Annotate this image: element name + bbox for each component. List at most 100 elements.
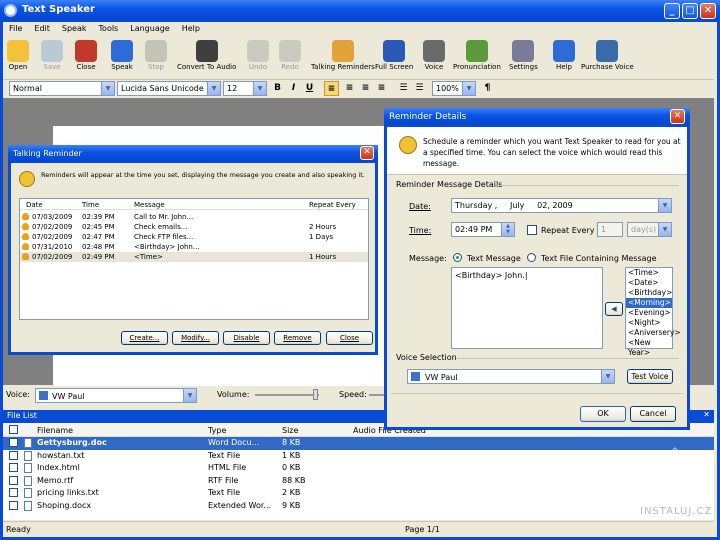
speak-button[interactable]: Speak (111, 40, 133, 71)
font-size-select[interactable]: 12 ▼ (223, 81, 267, 96)
menu-language[interactable]: Language (124, 22, 175, 35)
tag-item[interactable]: <Aniversery> (626, 328, 681, 338)
ok-button[interactable]: OK (580, 406, 626, 422)
convert-to-audio-button[interactable]: Convert To Audio (177, 40, 236, 71)
open-button[interactable]: Open (7, 40, 29, 71)
list-item[interactable]: 07/02/2009 02:47 PM Check FTP files... 1 Da… (20, 232, 368, 242)
row-checkbox[interactable] (9, 438, 18, 447)
col-size[interactable]: Size (282, 426, 298, 435)
menu-help[interactable]: Help (176, 22, 206, 35)
paragraph-mark-icon[interactable]: ¶ (480, 81, 495, 96)
close-dialog-button[interactable]: ✕ (670, 109, 685, 124)
align-right-icon[interactable]: ≡ (358, 81, 373, 96)
row-checkbox[interactable] (9, 475, 18, 485)
save-button[interactable]: Save (41, 40, 63, 71)
list-item[interactable]: 07/02/2009 02:45 PM Check emails... 2 Hours (20, 222, 368, 232)
italic-button[interactable]: I (286, 81, 301, 96)
col-time[interactable]: Time (82, 201, 99, 209)
list-item[interactable]: 07/03/2009 02:39 PM Call to Mr. John... (20, 212, 368, 222)
volume-slider[interactable] (255, 394, 319, 396)
tag-item[interactable]: <Evening> (626, 308, 672, 318)
tag-item[interactable]: <Date> (626, 278, 672, 288)
close-dialog-button[interactable]: ✕ (360, 146, 374, 160)
bullets-icon[interactable]: ☰ (396, 81, 411, 96)
col-filename[interactable]: Filename (37, 426, 73, 435)
tag-item[interactable]: <Morning> (626, 298, 672, 308)
radio-text-message[interactable] (453, 253, 462, 262)
tag-item[interactable]: <Night> (626, 318, 672, 328)
table-row[interactable]: Memo.rtf RTF File 88 KB (3, 475, 714, 488)
select-all-checkbox[interactable] (9, 425, 18, 434)
col-message[interactable]: Message (134, 201, 165, 209)
menu-file[interactable]: File (3, 22, 28, 35)
close-button[interactable]: Close (75, 40, 97, 71)
close-window-button[interactable]: ✕ (700, 3, 716, 19)
dialog-title: Reminder Details (389, 112, 467, 122)
close-button[interactable]: Close (326, 331, 373, 345)
time-input[interactable]: 02:49 PM ▲ ▼ (451, 222, 515, 237)
tag-item[interactable]: <Time> (626, 268, 672, 278)
maximize-button[interactable]: □ (682, 3, 698, 19)
row-checkbox[interactable] (9, 488, 18, 497)
underline-button[interactable]: U (302, 81, 317, 96)
numbering-icon[interactable]: ☰ (412, 81, 427, 96)
row-checkbox[interactable] (9, 500, 18, 510)
file-list: Filename Type Size Audio File Created Ge… (3, 423, 714, 520)
stop-button[interactable]: Stop (145, 40, 167, 71)
table-row[interactable]: howstan.txt Text File 1 KB (3, 450, 714, 463)
voice-select[interactable]: VW Paul ▼ (35, 388, 197, 403)
minimize-button[interactable]: _ (664, 3, 680, 19)
pronunciation-button[interactable]: Pronunciation (453, 40, 501, 71)
bold-button[interactable]: B (270, 81, 285, 96)
radio-file-message[interactable] (527, 253, 536, 262)
style-select[interactable]: Normal ▼ (9, 81, 115, 96)
modify-button[interactable]: Modify... (172, 331, 219, 345)
table-row[interactable]: pricing links.txt Text File 2 KB (3, 487, 714, 500)
menu-speak[interactable]: Speak (56, 22, 93, 35)
table-row[interactable]: Shoping.docx Extended Wor... 9 KB (3, 500, 714, 513)
close-pane-icon[interactable]: ✕ (703, 410, 710, 419)
menu-tools[interactable]: Tools (93, 22, 125, 35)
tag-list[interactable]: <Time> <Date> <Birthday> <Morning> <Evening>… (625, 267, 681, 357)
disable-button[interactable]: Disable (223, 331, 270, 345)
talking-reminders-button[interactable]: Talking Reminders (311, 40, 375, 71)
reminder-list[interactable]: Date Time Message Repeat Every 07/03/200… (19, 198, 369, 320)
remove-button[interactable]: Remove (274, 331, 321, 345)
help-button[interactable]: Help (553, 40, 575, 71)
file-icon (24, 475, 32, 486)
cancel-button[interactable]: Cancel (630, 406, 676, 422)
voice-button[interactable]: Voice (423, 40, 445, 71)
table-row[interactable]: Gettysburg.doc Word Docu... 8 KB (3, 437, 714, 450)
align-center-icon[interactable]: ≡ (342, 81, 357, 96)
menu-edit[interactable]: Edit (28, 22, 56, 35)
col-repeat[interactable]: Repeat Every (309, 201, 356, 209)
zoom-select[interactable]: 100% ▼ (432, 81, 476, 96)
justify-icon[interactable]: ≡ (374, 81, 389, 96)
file-name: pricing links.txt (37, 488, 99, 497)
purchase-voice-button[interactable]: Purchase Voice (581, 40, 634, 71)
row-checkbox[interactable] (9, 450, 18, 460)
settings-button[interactable]: Settings (509, 40, 538, 71)
date-picker[interactable]: Thursday , July 02, 2009 ▼ (451, 198, 672, 213)
tag-item[interactable]: <New Year> (626, 338, 672, 357)
redo-button[interactable]: Redo (279, 40, 301, 71)
spinner-icon[interactable]: ▲ ▼ (501, 223, 514, 236)
voice-selection-select[interactable]: VW Paul ▼ (407, 369, 615, 384)
create-button[interactable]: Create... (121, 331, 168, 345)
list-item[interactable]: 07/02/2009 02:49 PM <Time> 1 Hours (20, 252, 368, 262)
list-item[interactable]: 07/31/2010 02:48 PM <Birthday> John... (20, 242, 368, 252)
row-checkbox[interactable] (9, 463, 18, 472)
message-textarea[interactable]: <Birthday> John.| (451, 267, 603, 349)
insert-tag-button[interactable]: ◀ (605, 302, 623, 316)
font-select[interactable]: Lucida Sans Unicode ▼ (117, 81, 221, 96)
undo-button[interactable]: Undo (247, 40, 269, 71)
repeat-checkbox[interactable] (527, 225, 537, 235)
test-voice-button[interactable]: Test Voice (627, 369, 673, 384)
volume-slider-thumb[interactable] (313, 389, 318, 400)
align-left-icon[interactable]: ≡ (324, 81, 339, 96)
col-date[interactable]: Date (26, 201, 43, 209)
tag-item[interactable]: <Birthday> (626, 288, 672, 298)
table-row[interactable]: Index.html HTML File 0 KB (3, 462, 714, 475)
col-type[interactable]: Type (208, 426, 226, 435)
full-screen-button[interactable]: Full Screen (375, 40, 413, 71)
